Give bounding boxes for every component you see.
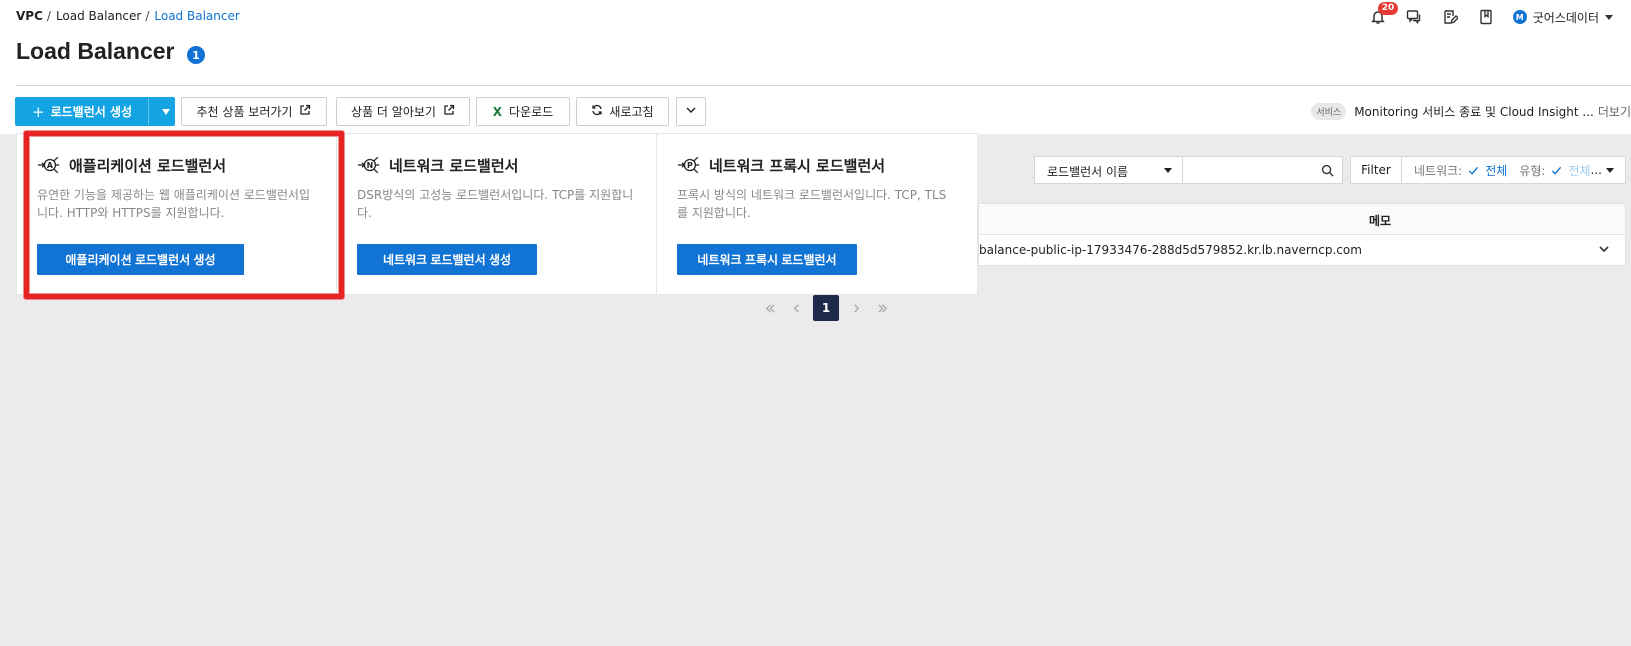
- avatar: M: [1512, 10, 1527, 24]
- download-button[interactable]: X 다운로드: [476, 97, 570, 126]
- row-domain: balance-public-ip-17933476-288d5d579852.…: [979, 243, 1362, 257]
- button-divider: [148, 98, 149, 125]
- search-input[interactable]: [1191, 157, 1321, 183]
- application-lb-icon: A: [37, 156, 60, 174]
- search-field-select[interactable]: 로드밸런서 이름: [1034, 156, 1183, 184]
- create-load-balancer-button[interactable]: + 로드밸런서 생성: [15, 97, 175, 126]
- filter-summary[interactable]: 네트워크: 전체 유형: 전체 ...: [1402, 156, 1626, 184]
- application-lb-title: 애플리케이션 로드밸런서: [69, 156, 227, 175]
- external-link-icon: [443, 104, 455, 119]
- search-field-value: 로드밸런서 이름: [1047, 165, 1129, 179]
- first-page-icon[interactable]: [760, 298, 780, 318]
- network-lb-icon: N: [357, 156, 380, 174]
- search-icon[interactable]: [1321, 164, 1334, 177]
- bell-icon[interactable]: 20: [1367, 2, 1399, 28]
- create-label: 로드밸런서 생성: [50, 105, 133, 119]
- table-row[interactable]: balance-public-ip-17933476-288d5d579852.…: [979, 235, 1625, 265]
- notice-tag: 서비스: [1311, 102, 1347, 120]
- learn-more-label: 상품 더 알아보기: [351, 105, 436, 119]
- divider: [16, 85, 1631, 86]
- prev-page-icon[interactable]: [786, 298, 806, 318]
- notice-more-link[interactable]: 더보기: [1598, 103, 1631, 120]
- notice-text[interactable]: Monitoring 서비스 종료 및 Cloud Insight ...: [1354, 103, 1594, 120]
- breadcrumb-separator: /: [145, 9, 150, 23]
- more-options-button[interactable]: [676, 97, 706, 126]
- recommend-button[interactable]: 추천 상품 보러가기: [181, 97, 327, 126]
- caret-down-icon: [1164, 168, 1172, 173]
- page-title: Load Balancer: [16, 38, 175, 64]
- next-page-icon[interactable]: [846, 298, 866, 318]
- download-label: 다운로드: [509, 105, 554, 119]
- edit-doc-icon[interactable]: [1439, 6, 1461, 28]
- check-icon: [1552, 166, 1562, 175]
- service-notice[interactable]: 서비스 Monitoring 서비스 종료 및 Cloud Insight ..…: [1311, 101, 1631, 121]
- option-network-lb: N 네트워크 로드밸런서 DSR방식의 고성능 로드밸런서입니다. TCP를 지…: [337, 134, 657, 294]
- type-filter-text: 전체: [1568, 163, 1591, 178]
- recommend-label: 추천 상품 보러가기: [196, 105, 293, 119]
- chat-icon[interactable]: [1403, 6, 1425, 28]
- network-filter-value: 전체: [1468, 162, 1507, 179]
- last-page-icon[interactable]: [872, 298, 892, 318]
- table-header: 메모: [979, 204, 1625, 235]
- user-menu[interactable]: M 굿어스데이터: [1512, 9, 1613, 26]
- network-proxy-lb-description: 프록시 방식의 네트워크 로드밸런서입니다. TCP, TLS를 지원합니다.: [677, 188, 947, 220]
- network-lb-icon-letter: N: [367, 161, 374, 170]
- option-application-lb: A 애플리케이션 로드밸런서 유연한 기능을 제공하는 웹 애플리케이션 로드밸…: [17, 134, 337, 294]
- external-link-icon: [299, 104, 311, 119]
- plus-icon: +: [32, 102, 45, 121]
- check-icon: [1469, 166, 1479, 175]
- network-proxy-lb-title: 네트워크 프록시 로드밸런서: [709, 156, 886, 175]
- user-name: 굿어스데이터: [1532, 10, 1599, 25]
- caret-down-icon[interactable]: [162, 109, 170, 115]
- application-lb-description: 유연한 기능을 제공하는 웹 애플리케이션 로드밸런서입니다. HTTP와 HT…: [37, 188, 310, 220]
- refresh-button[interactable]: 새로고침: [576, 97, 669, 126]
- create-application-lb-button[interactable]: 애플리케이션 로드밸런서 생성: [37, 244, 244, 275]
- search-box: [1183, 156, 1343, 184]
- excel-icon: X: [492, 104, 503, 119]
- learn-more-button[interactable]: 상품 더 알아보기: [336, 97, 470, 126]
- network-lb-title: 네트워크 로드밸런서: [389, 156, 519, 175]
- book-icon[interactable]: [1475, 6, 1497, 28]
- breadcrumb-load-balancer[interactable]: Load Balancer: [56, 9, 141, 23]
- network-filter-text: 전체: [1485, 163, 1508, 178]
- filter-button[interactable]: Filter: [1350, 156, 1402, 184]
- breadcrumb-vpc[interactable]: VPC: [16, 9, 43, 23]
- refresh-label: 새로고침: [609, 105, 654, 119]
- pagination: 1: [760, 295, 892, 321]
- create-load-balancer-dropdown: A 애플리케이션 로드밸런서 유연한 기능을 제공하는 웹 애플리케이션 로드밸…: [16, 133, 978, 295]
- count-badge: 1: [187, 46, 205, 64]
- breadcrumb-current: Load Balancer: [154, 9, 240, 23]
- filter-ellipsis: ...: [1590, 163, 1602, 177]
- network-proxy-lb-icon-letter: P: [687, 161, 693, 170]
- option-network-proxy-lb: P 네트워크 프록시 로드밸런서 프록시 방식의 네트워크 로드밸런서입니다. …: [657, 134, 977, 294]
- caret-down-icon: [1605, 167, 1614, 173]
- breadcrumb-separator: /: [46, 9, 51, 23]
- page-header: VPC / Load Balancer / Load Balancer 20 M 굿…: [0, 0, 1631, 134]
- network-proxy-lb-icon: P: [677, 156, 700, 174]
- header-icons: 20 M 굿어스데이터: [1353, 2, 1613, 28]
- network-lb-description: DSR방식의 고성능 로드밸런서입니다. TCP를 지원합니다.: [357, 188, 634, 220]
- breadcrumb: VPC / Load Balancer / Load Balancer: [16, 9, 240, 23]
- network-filter-label: 네트워크:: [1414, 163, 1463, 178]
- column-memo: 메모: [1369, 214, 1392, 228]
- type-filter-value: 전체: [1551, 162, 1591, 179]
- current-page[interactable]: 1: [813, 295, 839, 321]
- type-filter-label: 유형:: [1519, 163, 1546, 178]
- create-network-proxy-lb-button[interactable]: 네트워크 프록시 로드밸런서: [677, 244, 857, 275]
- expand-chevron-icon[interactable]: [1597, 242, 1611, 256]
- chevron-down-icon: [685, 104, 697, 119]
- refresh-icon: [591, 104, 603, 119]
- load-balancer-table: 메모 balance-public-ip-17933476-288d5d5798…: [978, 203, 1626, 266]
- create-network-lb-button[interactable]: 네트워크 로드밸런서 생성: [357, 244, 537, 275]
- application-lb-icon-letter: A: [47, 161, 54, 170]
- notification-badge: 20: [1377, 2, 1399, 15]
- chevron-down-icon: [1605, 14, 1613, 20]
